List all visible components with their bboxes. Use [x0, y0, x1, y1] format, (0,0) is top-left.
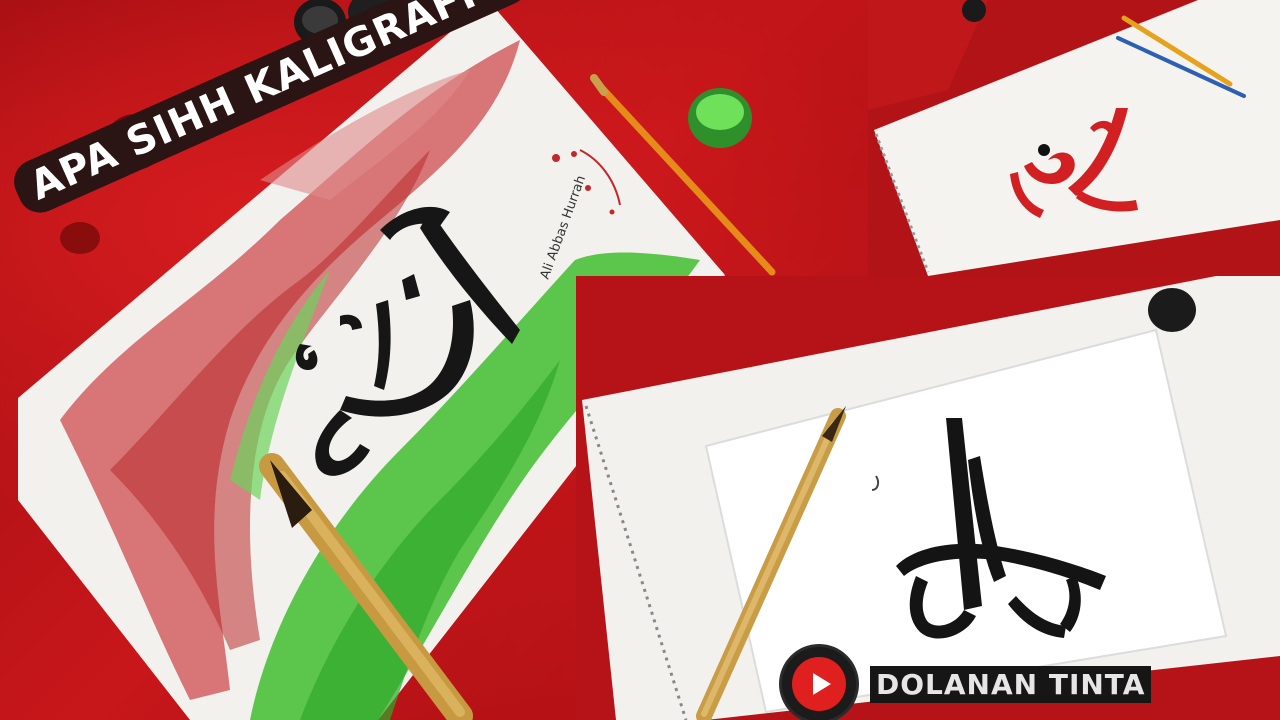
play-ring: [792, 657, 846, 711]
channel-logo: [782, 647, 856, 720]
thumbnail-scene: Ali Abbas Hurrah APA SIHH KALIGRAFI ? DO…: [0, 0, 1280, 720]
play-icon: [812, 673, 831, 695]
top-right-photo-svg: [868, 0, 1280, 276]
ink-pot-black-icon: [1148, 288, 1196, 332]
top-right-photo-panel: [868, 0, 1280, 276]
channel-badge[interactable]: DOLANAN TINTA: [782, 646, 1152, 720]
channel-name: DOLANAN TINTA: [870, 665, 1152, 703]
ink-pot-green-icon: [688, 88, 752, 148]
ink-dot: [1038, 144, 1050, 156]
